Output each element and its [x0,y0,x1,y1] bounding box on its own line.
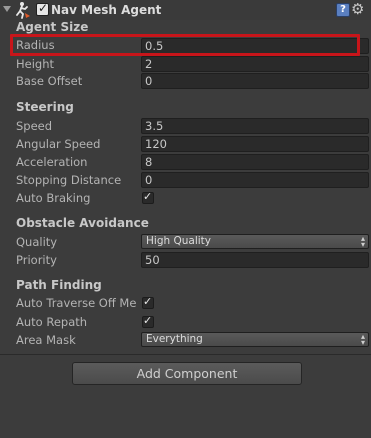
divider [0,354,371,355]
acceleration-label: Acceleration [16,155,88,169]
section-agent-size: Agent Size [16,20,89,34]
priority-label: Priority [16,253,57,267]
height-label: Height [16,57,55,71]
auto-repath-label: Auto Repath [16,315,88,329]
section-obstacle-avoidance: Obstacle Avoidance [16,216,149,230]
angular-speed-label: Angular Speed [16,137,101,151]
radius-highlight-box [10,34,360,56]
section-steering: Steering [16,100,74,114]
add-component-button[interactable]: Add Component [72,362,302,385]
component-title: Nav Mesh Agent [51,3,162,17]
quality-label: Quality [16,235,58,249]
priority-field[interactable]: 50 [141,252,369,268]
foldout-arrow-icon[interactable] [3,6,11,12]
area-mask-dropdown[interactable]: Everything ▴ ▾ [141,332,369,347]
quality-dropdown-value: High Quality [146,235,211,247]
angular-speed-field[interactable]: 120 [141,136,369,152]
speed-label: Speed [16,119,53,133]
section-path-finding: Path Finding [16,278,102,292]
area-mask-label: Area Mask [16,333,76,347]
speed-field[interactable]: 3.5 [141,118,369,134]
inspector-panel: ✓ Nav Mesh Agent ? ⚙ Agent Size Radius 0… [0,0,371,438]
nav-mesh-agent-icon [16,2,30,19]
gear-icon[interactable]: ⚙ [351,0,364,18]
stopping-distance-field[interactable]: 0 [141,172,369,188]
auto-braking-label: Auto Braking [16,191,91,205]
area-mask-dropdown-value: Everything [146,333,203,345]
auto-traverse-checkbox[interactable]: ✓ [142,295,154,309]
quality-dropdown[interactable]: High Quality ▴ ▾ [141,234,369,249]
component-header[interactable]: ✓ Nav Mesh Agent ? ⚙ [0,0,371,20]
auto-repath-checkbox[interactable]: ✓ [142,314,154,328]
dropdown-arrows-icon: ▴ ▾ [360,332,365,347]
height-field[interactable]: 2 [141,56,369,72]
component-enabled-checkbox[interactable]: ✓ [36,1,49,16]
dropdown-arrows-icon: ▴ ▾ [360,234,365,249]
base-offset-label: Base Offset [16,74,83,88]
auto-braking-checkbox[interactable]: ✓ [142,190,154,204]
base-offset-field[interactable]: 0 [141,73,369,89]
stopping-distance-label: Stopping Distance [16,173,122,187]
acceleration-field[interactable]: 8 [141,154,369,170]
auto-traverse-label: Auto Traverse Off Me [16,296,137,310]
help-icon[interactable]: ? [336,3,350,17]
